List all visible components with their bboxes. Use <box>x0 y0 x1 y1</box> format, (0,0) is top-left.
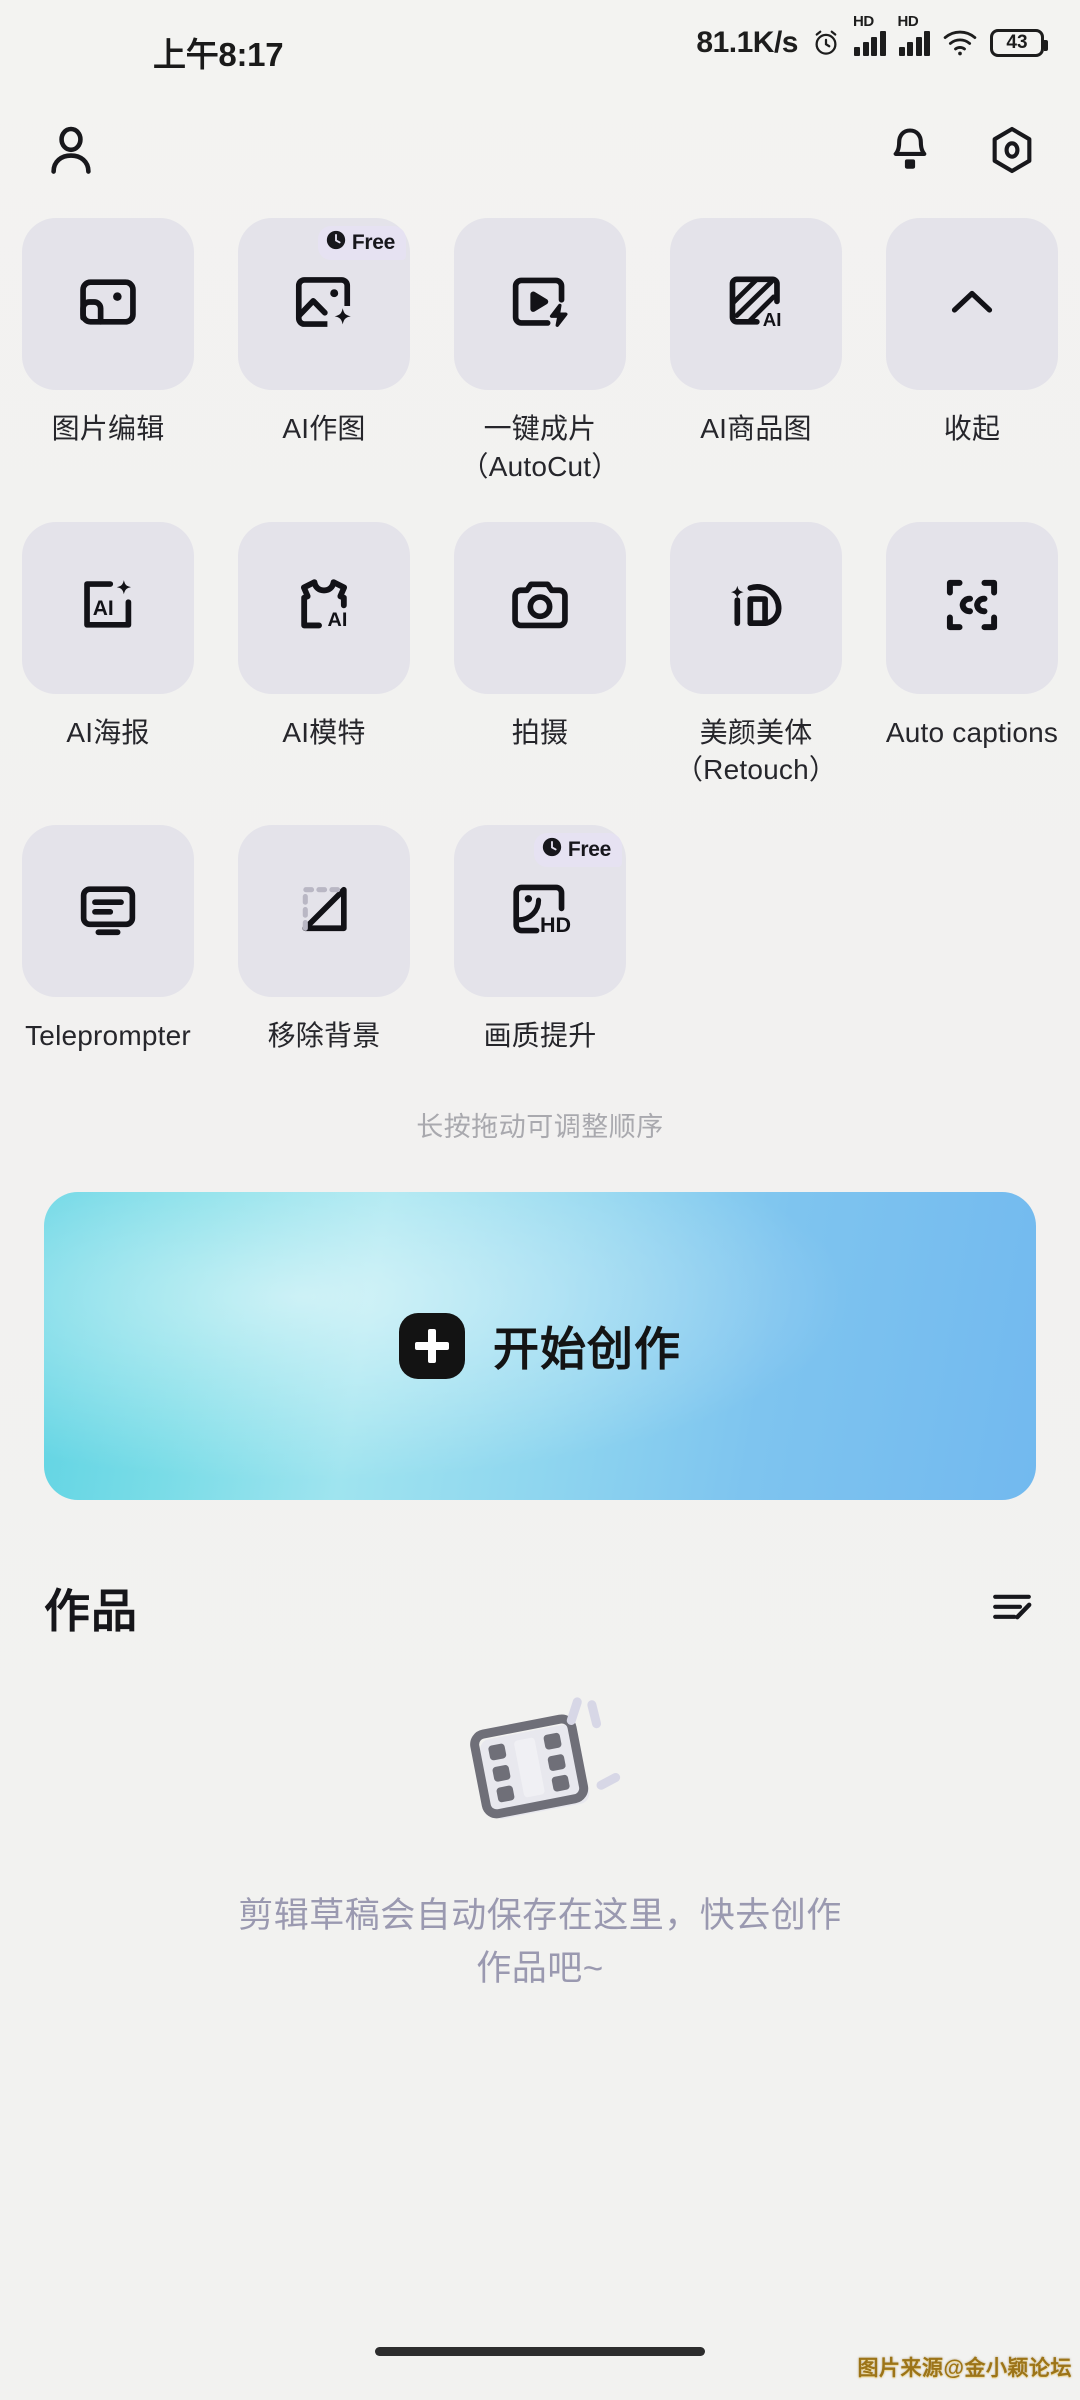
tool-teleprompter[interactable]: Teleprompter <box>0 825 216 1055</box>
person-icon <box>42 126 100 184</box>
signal-icon-sim2: HD <box>898 13 930 56</box>
tool-label: 收起 <box>943 413 1001 444</box>
status-bar-icons: 81.1K/s HD HD 43 <box>696 13 1048 60</box>
tool-label: AI商品图 <box>700 413 812 444</box>
autocut-play-bolt-icon <box>506 268 574 341</box>
camera-icon <box>506 571 574 644</box>
free-badge: Free <box>317 226 406 260</box>
works-title: 作品 <box>44 1585 138 1637</box>
network-speed-label: 81.1K/s <box>696 26 798 59</box>
ai-poster-icon: AI <box>74 571 142 644</box>
tool-camera[interactable]: 拍摄 <box>432 521 648 790</box>
profile-button[interactable] <box>42 122 100 185</box>
edit-list-icon <box>988 1594 1036 1634</box>
ai-model-tshirt-icon: AI <box>289 570 359 645</box>
tool-slot-empty-1 <box>648 825 864 1055</box>
tool-tile[interactable]: AI <box>22 521 194 694</box>
tool-tile[interactable] <box>454 521 626 694</box>
tool-tile[interactable]: AI <box>670 218 842 390</box>
tool-label: Auto captions <box>885 716 1059 748</box>
svg-text:AI: AI <box>763 308 782 329</box>
works-manage-button[interactable] <box>988 1582 1036 1635</box>
retouch-face-icon <box>722 571 790 644</box>
tool-label: Teleprompter <box>25 1020 191 1052</box>
chevron-up-icon <box>942 272 1002 337</box>
tool-tile[interactable] <box>454 218 626 390</box>
captions-cc-icon <box>938 571 1006 644</box>
ai-image-sparkle-icon <box>290 268 358 341</box>
tool-ai-product-image[interactable]: AI AI商品图 <box>648 218 864 486</box>
app-screen: 上午8:17 81.1K/s HD HD 43 图片编辑 Free AI作图 一… <box>0 0 1080 2400</box>
tool-tile[interactable]: Free <box>238 218 410 390</box>
battery-indicator: 43 <box>990 29 1048 57</box>
tool-ai-model[interactable]: AI AI模特 <box>216 521 432 790</box>
app-bar <box>0 118 1080 222</box>
source-watermark: 图片来源@金小颖论坛 <box>857 2357 1072 2380</box>
hd-label-sim2: HD <box>897 13 919 30</box>
tool-retouch[interactable]: 美颜美体 （Retouch） <box>648 521 864 790</box>
tool-tile[interactable] <box>886 218 1058 390</box>
ai-product-image-icon: AI <box>722 268 790 341</box>
start-creating-label: 开始创作 <box>493 1323 681 1375</box>
free-badge: Free <box>533 833 622 868</box>
tool-ai-poster[interactable]: AI AI海报 <box>0 521 216 790</box>
tool-collapse[interactable]: 收起 <box>864 218 1080 486</box>
remove-background-icon <box>290 875 358 948</box>
tool-tile[interactable] <box>670 521 842 694</box>
svg-text:HD: HD <box>540 913 571 937</box>
works-empty-text: 剪辑草稿会自动保存在这里，快去创作 作品吧~ <box>238 1896 842 1988</box>
wifi-icon <box>943 30 977 56</box>
free-badge-label: Free <box>351 231 395 254</box>
signal-icon-sim1: HD <box>853 13 886 56</box>
tool-label: 移除背景 <box>267 1020 381 1052</box>
tools-grid: 图片编辑 Free AI作图 一键成片 （AutoCut） AI AI商品图 收… <box>0 218 1080 1055</box>
plus-icon <box>399 1313 465 1379</box>
alarm-clock-icon <box>811 28 841 58</box>
start-creating-button[interactable]: 开始创作 <box>44 1192 1036 1500</box>
svg-text:AI: AI <box>93 597 114 620</box>
settings-button[interactable] <box>986 124 1038 181</box>
tool-label: 画质提升 <box>483 1020 597 1052</box>
battery-percent: 43 <box>1006 32 1028 53</box>
tool-image-edit[interactable]: 图片编辑 <box>0 218 216 486</box>
reorder-hint: 长按拖动可调整顺序 <box>416 1112 664 1142</box>
clock-icon <box>325 229 347 257</box>
notification-button[interactable] <box>884 124 936 181</box>
image-edit-icon <box>74 268 142 341</box>
tool-slot-empty-2 <box>864 825 1080 1055</box>
status-bar-time: 上午8:17 <box>153 36 284 73</box>
tool-tile[interactable] <box>22 825 194 998</box>
tool-tile[interactable]: AI <box>238 521 410 694</box>
tool-tile[interactable] <box>22 218 194 390</box>
tool-ai-image[interactable]: Free AI作图 <box>216 218 432 486</box>
tool-label: AI作图 <box>282 413 366 444</box>
tool-tile[interactable] <box>886 521 1058 694</box>
status-bar: 上午8:17 81.1K/s HD HD 43 <box>0 0 1080 86</box>
tool-label: 一键成片 （AutoCut） <box>460 413 620 482</box>
tool-label: AI模特 <box>282 716 366 748</box>
tool-label: 图片编辑 <box>51 413 165 444</box>
home-indicator[interactable] <box>375 2347 705 2356</box>
works-empty-state: 剪辑草稿会自动保存在这里，快去创作 作品吧~ <box>0 1690 1080 1995</box>
clock-icon <box>541 836 563 864</box>
teleprompter-screen-icon <box>74 875 142 948</box>
app-bar-actions <box>884 124 1038 181</box>
tool-auto-captions[interactable]: Auto captions <box>864 521 1080 790</box>
works-header: 作品 <box>44 1575 1036 1641</box>
tool-label: 美颜美体 （Retouch） <box>674 716 838 786</box>
tool-autocut[interactable]: 一键成片 （AutoCut） <box>432 218 648 486</box>
tool-tile[interactable]: Free HD <box>454 825 626 998</box>
tool-tile[interactable] <box>238 825 410 998</box>
tool-remove-background[interactable]: 移除背景 <box>216 825 432 1055</box>
hd-label-sim1: HD <box>853 13 874 30</box>
tool-label: 拍摄 <box>511 716 569 748</box>
film-strip-icon <box>0 1690 1080 1860</box>
hd-enhance-icon: HD <box>506 875 574 948</box>
tool-hd-enhance[interactable]: Free HD 画质提升 <box>432 825 648 1055</box>
free-badge-label: Free <box>567 838 611 862</box>
tool-label: AI海报 <box>66 716 150 748</box>
svg-text:AI: AI <box>328 609 348 631</box>
